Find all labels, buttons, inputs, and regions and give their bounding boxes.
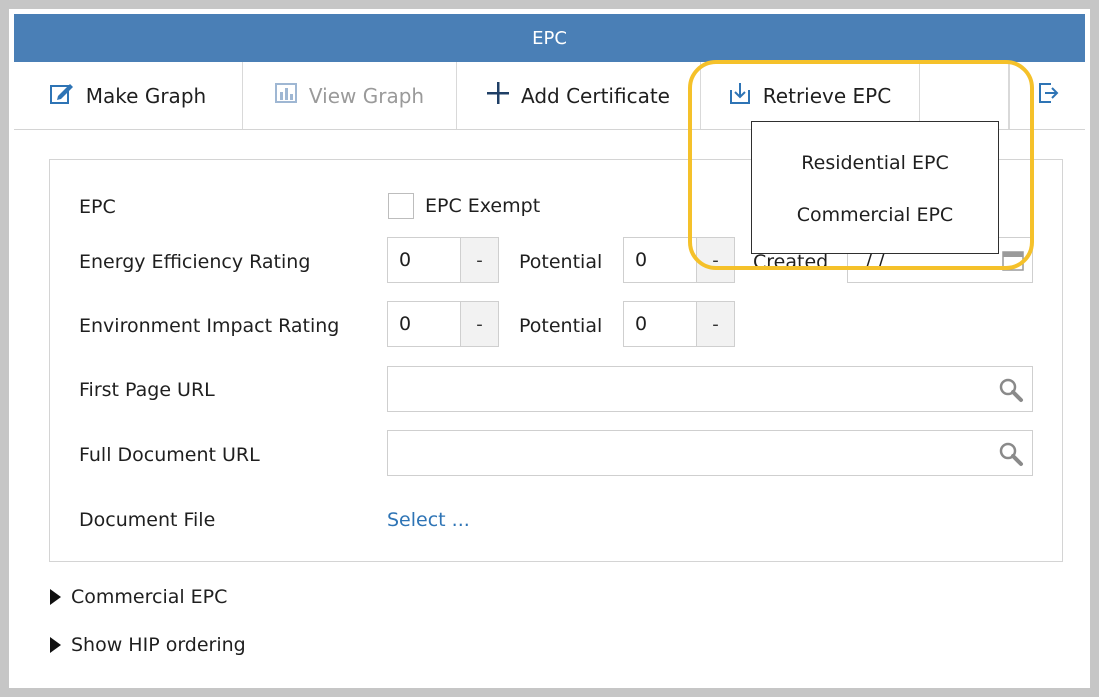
toolbar: Make Graph View Graph Add Certificate Re… <box>14 62 1085 130</box>
full-document-url-label: Full Document URL <box>79 444 260 466</box>
environment-impact-input[interactable]: 0 <box>387 301 461 347</box>
first-page-url-label: First Page URL <box>79 379 215 401</box>
view-graph-button[interactable]: View Graph <box>243 62 457 129</box>
view-graph-label: View Graph <box>308 83 425 108</box>
energy-efficiency-label: Energy Efficiency Rating <box>79 251 311 273</box>
add-certificate-label: Add Certificate <box>521 83 670 108</box>
epc-label: EPC <box>79 196 116 218</box>
retrieve-epc-dropdown: Residential EPC Commercial EPC <box>751 121 999 254</box>
document-file-label: Document File <box>79 509 216 531</box>
epc-exempt-checkbox[interactable] <box>388 193 414 219</box>
edit-icon <box>49 82 74 109</box>
environment-potential-stepper[interactable]: - <box>697 301 735 347</box>
created-label: Created <box>753 251 829 273</box>
make-graph-label: Make Graph <box>85 83 207 108</box>
environment-impact-label: Environment Impact Rating <box>79 315 340 337</box>
retrieve-epc-button[interactable]: Retrieve EPC <box>701 62 920 129</box>
energy-potential-stepper[interactable]: - <box>697 237 735 283</box>
energy-efficiency-input[interactable]: 0 <box>387 237 461 283</box>
energy-potential-label: Potential <box>519 251 603 273</box>
exit-button[interactable] <box>1009 62 1085 129</box>
window-title: EPC <box>532 27 567 49</box>
show-hip-ordering-expander[interactable]: Show HIP ordering <box>50 634 246 656</box>
plus-icon <box>487 82 510 109</box>
select-file-link[interactable]: Select ... <box>387 509 470 531</box>
calendar-icon[interactable] <box>1002 249 1024 276</box>
expand-arrow-icon <box>50 637 61 653</box>
full-document-url-input[interactable] <box>387 430 1033 476</box>
search-icon[interactable] <box>998 377 1024 403</box>
energy-potential-input[interactable]: 0 <box>623 237 697 283</box>
add-certificate-button[interactable]: Add Certificate <box>457 62 701 129</box>
environment-impact-stepper[interactable]: - <box>461 301 499 347</box>
bar-chart-icon <box>274 83 297 108</box>
expand-arrow-icon <box>50 589 61 605</box>
first-page-url-input[interactable] <box>387 366 1033 412</box>
window-title-bar: EPC <box>14 14 1085 62</box>
commercial-epc-expander[interactable]: Commercial EPC <box>50 586 227 608</box>
make-graph-button[interactable]: Make Graph <box>14 62 243 129</box>
epc-exempt-label: EPC Exempt <box>425 195 541 217</box>
toolbar-empty-slot <box>920 62 1009 129</box>
environment-potential-label: Potential <box>519 315 603 337</box>
energy-efficiency-stepper[interactable]: - <box>461 237 499 283</box>
retrieve-epc-label: Retrieve EPC <box>762 83 892 108</box>
exit-icon <box>1037 82 1059 109</box>
commercial-epc-menu-item[interactable]: Commercial EPC <box>752 204 998 226</box>
residential-epc-menu-item[interactable]: Residential EPC <box>752 152 998 174</box>
download-icon <box>729 82 751 109</box>
environment-potential-input[interactable]: 0 <box>623 301 697 347</box>
search-icon[interactable] <box>998 441 1024 467</box>
